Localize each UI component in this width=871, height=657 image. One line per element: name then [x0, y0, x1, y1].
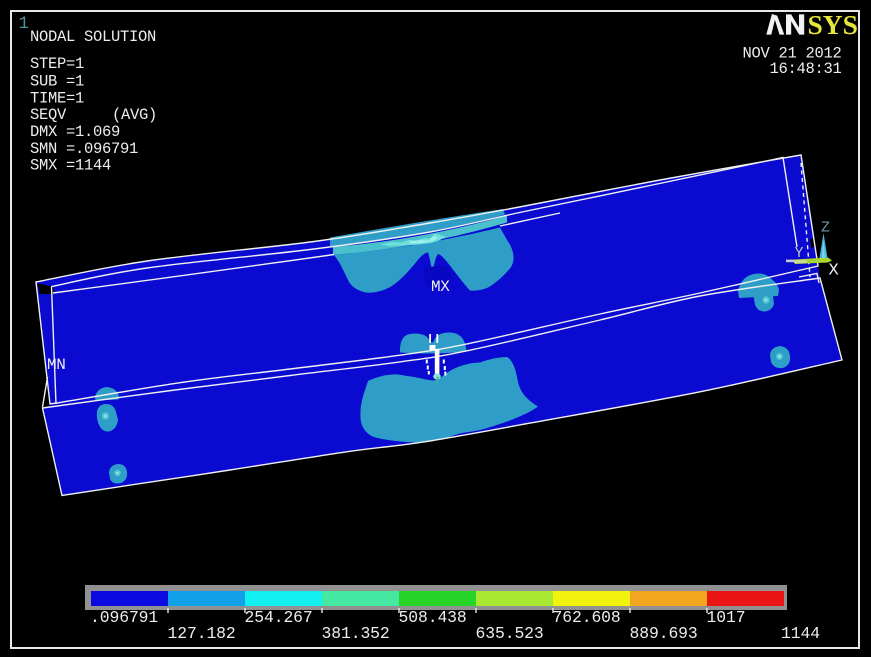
svg-text:635.523: 635.523 — [476, 624, 544, 643]
svg-text:127.182: 127.182 — [168, 624, 236, 643]
svg-text:TIME=1: TIME=1 — [30, 89, 84, 107]
svg-text:889.693: 889.693 — [630, 624, 698, 643]
svg-text:1144: 1144 — [781, 624, 820, 643]
svg-text:381.352: 381.352 — [322, 624, 390, 643]
svg-text:(AVG): (AVG) — [112, 106, 157, 124]
svg-text:SYS: SYS — [808, 9, 858, 40]
svg-text:DMX =1.069: DMX =1.069 — [30, 123, 120, 141]
svg-text:.096791: .096791 — [90, 608, 158, 627]
svg-text:Z: Z — [821, 220, 830, 237]
svg-text:SMX =1144: SMX =1144 — [30, 157, 111, 175]
svg-text:MN: MN — [47, 356, 66, 374]
svg-text:X: X — [829, 262, 839, 281]
svg-text:1: 1 — [19, 14, 30, 34]
svg-text:508.438: 508.438 — [399, 608, 467, 627]
svg-text:254.267: 254.267 — [245, 608, 313, 627]
svg-text:762.608: 762.608 — [553, 608, 621, 627]
svg-text:NODAL SOLUTION: NODAL SOLUTION — [30, 28, 156, 46]
svg-text:SUB =1: SUB =1 — [30, 73, 84, 91]
svg-text:16:48:31: 16:48:31 — [769, 60, 841, 78]
svg-text:Y: Y — [795, 245, 804, 262]
svg-text:SEQV: SEQV — [30, 106, 67, 124]
svg-text:STEP=1: STEP=1 — [30, 55, 84, 73]
svg-text:MX: MX — [431, 278, 450, 296]
svg-text:SMN =.096791: SMN =.096791 — [30, 140, 138, 158]
svg-text:1017: 1017 — [707, 608, 746, 627]
